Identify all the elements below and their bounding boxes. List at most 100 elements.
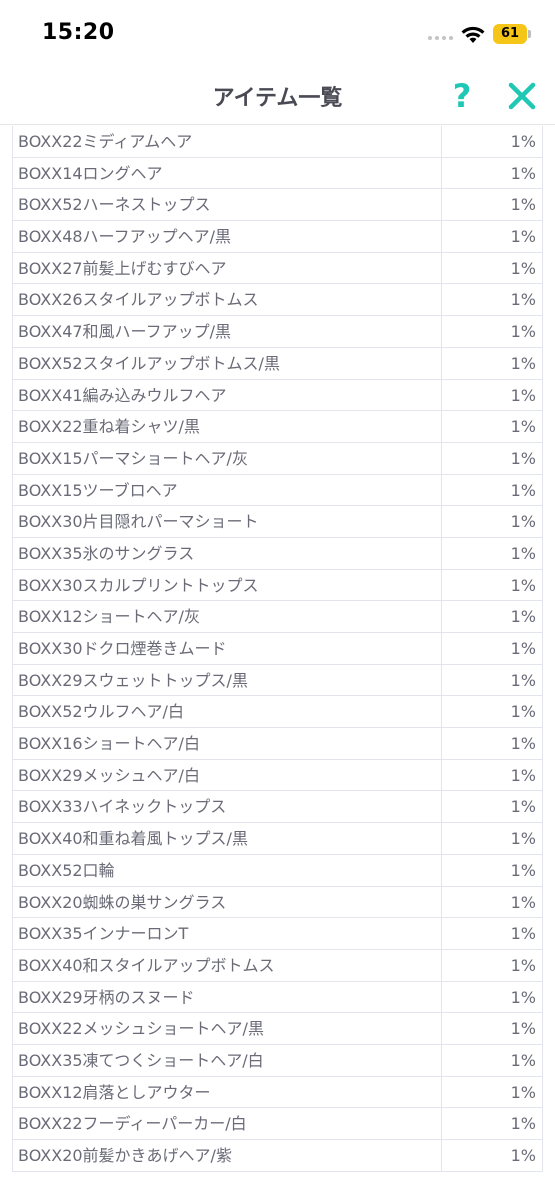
item-name: BOXX33ハイネックトップス [13,791,442,823]
item-name: BOXX47和風ハーフアップ/黒 [13,316,442,347]
item-rate: 1% [510,385,536,405]
item-rate: 1% [510,892,536,912]
item-rate: 1% [510,1050,536,1070]
item-name: BOXX16ショートヘア/白 [13,728,442,759]
item-name: BOXX40和重ね着風トップス/黒 [13,823,442,854]
item-rate: 1% [510,543,536,563]
item-name: BOXX52ハーネストップス [13,189,442,221]
item-rate: 1% [510,290,536,310]
item-rate: 1% [510,765,536,785]
item-name: BOXX14ロングヘア [13,157,442,189]
item-rate: 1% [510,1146,536,1165]
item-name: BOXX41編み込みウルフヘア [13,379,442,411]
list-item: BOXX33ハイネックトップス 1% [13,791,542,824]
wifi-icon [461,26,485,43]
item-name: BOXX35インナーロンT [13,918,442,949]
item-rate: 1% [510,702,536,722]
item-name: BOXX20前髪かきあげヘア/紫 [13,1140,442,1171]
item-name: BOXX30片目隠れパーマショート [13,506,442,537]
item-rate: 1% [510,1082,536,1102]
item-rate: 1% [510,639,536,658]
battery-tip [528,30,531,38]
item-rate: 1% [510,417,536,437]
list-item: BOXX35インナーロンT 1% [13,918,542,950]
item-rate: 1% [510,1114,536,1134]
item-rate: 1% [510,132,536,151]
status-bar: 15:20 61 [0,0,555,72]
item-name: BOXX12肩落としアウター [13,1076,442,1108]
item-rate: 1% [510,258,536,278]
item-name: BOXX52スタイルアップボトムス/黒 [13,347,442,379]
item-list[interactable]: BOXX22ミディアムヘア 1% BOXX14ロングヘア 1% BOXX52ハーネストッ… [12,126,543,1172]
item-name: BOXX22重ね着シャツ/黒 [13,411,442,442]
item-rate: 1% [510,734,536,754]
list-item: BOXX52口輪 1% [13,854,542,887]
item-name: BOXX12ショートヘア/灰 [13,601,442,632]
item-name: BOXX29メッシュヘア/白 [13,759,442,791]
list-item: BOXX22ミディアムヘア 1% [13,126,542,158]
item-rate: 1% [510,955,536,975]
list-item: BOXX29メッシュヘア/白 1% [13,759,542,792]
item-name: BOXX20蜘蛛の巣サングラス [13,886,442,918]
list-item: BOXX52ウルフヘア/白 1% [13,696,542,729]
status-time: 15:20 [42,20,115,45]
item-name: BOXX22ミディアムヘア [13,126,442,157]
item-rate: 1% [510,195,536,215]
item-name: BOXX52口輪 [13,854,442,886]
item-rate: 1% [510,860,536,880]
close-icon[interactable] [503,76,541,116]
item-rate: 1% [510,1019,536,1039]
nav-bar: アイテム一覧 ? [0,72,555,125]
item-rate: 1% [510,575,536,595]
battery-icon: 61 [493,24,527,44]
list-item: BOXX52ハーネストップス 1% [13,189,542,222]
item-name: BOXX48ハーフアップヘア/黒 [13,221,442,252]
list-item: BOXX15パーマショートヘア/灰 1% [13,442,542,475]
item-rate: 1% [510,924,536,944]
list-item: BOXX30片目隠れパーマショート 1% [13,506,542,538]
item-rate: 1% [510,512,536,532]
item-rate: 1% [510,353,536,373]
list-item: BOXX48ハーフアップヘア/黒 1% [13,221,542,253]
help-button[interactable]: ? [446,76,478,116]
list-item: BOXX35凍てつくショートヘア/白 1% [13,1044,542,1077]
list-item: BOXX40和重ね着風トップス/黒 1% [13,823,542,855]
list-item: BOXX30ドクロ煙巻きムード 1% [13,633,542,665]
list-item: BOXX22フーディーパーカー/白 1% [13,1108,542,1140]
cellular-signal-icon [428,36,453,40]
item-name: BOXX15ツーブロヘア [13,474,442,506]
item-name: BOXX30スカルプリントトップス [13,569,442,601]
item-rate: 1% [510,227,536,247]
item-name: BOXX29スウェットトップス/黒 [13,664,442,696]
item-rate: 1% [510,829,536,849]
item-name: BOXX15パーマショートヘア/灰 [13,442,442,474]
item-rate: 1% [510,670,536,690]
item-name: BOXX35氷のサングラス [13,537,442,569]
list-item: BOXX22メッシュショートヘア/黒 1% [13,1013,542,1045]
list-item: BOXX27前髪上げむすびヘア 1% [13,252,542,285]
item-rate: 1% [510,987,536,1007]
item-name: BOXX22メッシュショートヘア/黒 [13,1013,442,1044]
item-name: BOXX52ウルフヘア/白 [13,696,442,728]
item-name: BOXX26スタイルアップボトムス [13,284,442,316]
item-rate: 1% [510,322,536,342]
list-item: BOXX47和風ハーフアップ/黒 1% [13,316,542,348]
list-item: BOXX52スタイルアップボトムス/黒 1% [13,347,542,380]
list-item: BOXX12ショートヘア/灰 1% [13,601,542,633]
item-name: BOXX27前髪上げむすびヘア [13,252,442,284]
item-name: BOXX29牙柄のスヌード [13,981,442,1013]
item-name: BOXX35凍てつくショートヘア/白 [13,1044,442,1076]
list-item: BOXX15ツーブロヘア 1% [13,474,542,507]
list-item: BOXX14ロングヘア 1% [13,157,542,190]
list-item: BOXX22重ね着シャツ/黒 1% [13,411,542,443]
list-item: BOXX26スタイルアップボトムス 1% [13,284,542,317]
list-item: BOXX16ショートヘア/白 1% [13,728,542,760]
list-item: BOXX35氷のサングラス 1% [13,537,542,570]
list-item: BOXX20前髪かきあげヘア/紫 1% [13,1140,542,1172]
item-name: BOXX30ドクロ煙巻きムード [13,633,442,664]
list-item: BOXX40和スタイルアップボトムス 1% [13,949,542,982]
item-rate: 1% [510,448,536,468]
list-item: BOXX20蜘蛛の巣サングラス 1% [13,886,542,919]
item-rate: 1% [510,163,536,183]
item-rate: 1% [510,797,536,817]
